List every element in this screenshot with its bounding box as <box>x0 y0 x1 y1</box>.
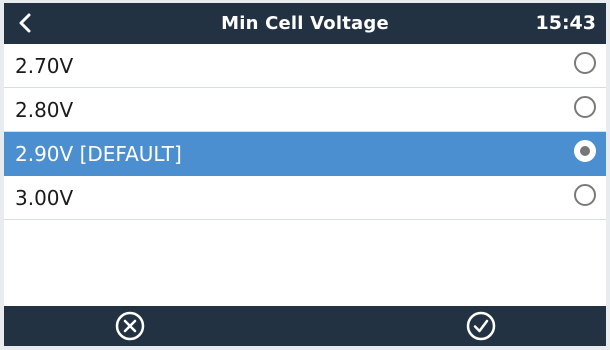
cancel-button[interactable] <box>115 311 145 341</box>
option-row-3-00v[interactable]: 3.00V <box>4 176 606 220</box>
option-label: 3.00V <box>15 186 74 210</box>
cancel-circle-icon <box>115 311 145 341</box>
check-circle-icon <box>466 311 496 341</box>
screen: Min Cell Voltage 15:43 2.70V 2.80V 2.90V… <box>4 3 606 346</box>
radio-button[interactable] <box>574 96 596 118</box>
footer-bar <box>4 306 606 346</box>
chevron-left-icon <box>19 13 31 33</box>
page-title: Min Cell Voltage <box>221 13 389 34</box>
radio-button[interactable] <box>574 184 596 206</box>
radio-button[interactable] <box>574 52 596 74</box>
back-button[interactable] <box>14 12 36 34</box>
radio-button-selected[interactable] <box>574 140 596 162</box>
option-label: 2.80V <box>15 98 74 122</box>
option-row-2-70v[interactable]: 2.70V <box>4 44 606 88</box>
radio-dot <box>580 146 590 156</box>
option-row-2-80v[interactable]: 2.80V <box>4 88 606 132</box>
voltage-option-list: 2.70V 2.80V 2.90V [DEFAULT] 3.00V <box>4 44 606 220</box>
clock-time: 15:43 <box>535 12 596 34</box>
option-row-2-90v-default[interactable]: 2.90V [DEFAULT] <box>4 132 606 176</box>
option-label: 2.90V [DEFAULT] <box>15 142 182 166</box>
header-bar: Min Cell Voltage 15:43 <box>4 3 606 44</box>
confirm-button[interactable] <box>466 311 496 341</box>
option-label: 2.70V <box>15 54 74 78</box>
